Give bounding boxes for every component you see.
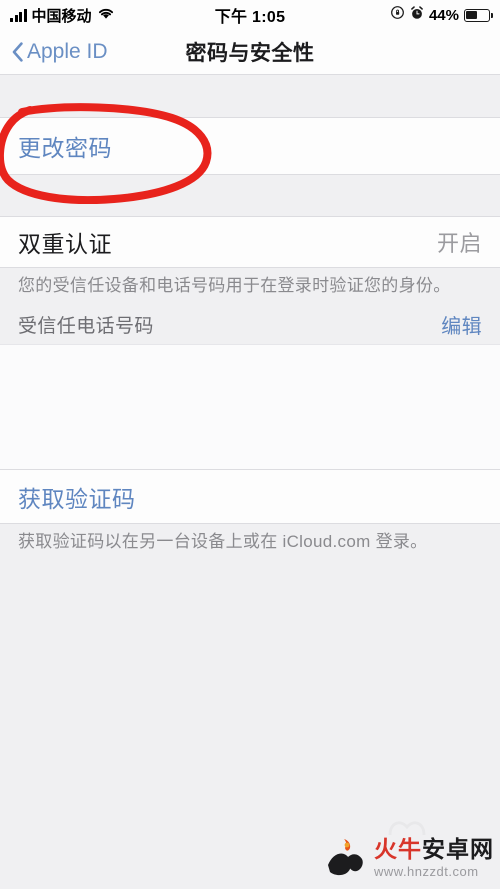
status-bar-right: 44% — [390, 5, 493, 25]
trusted-numbers-list — [0, 344, 500, 470]
two-factor-auth-value: 开启 — [436, 231, 482, 256]
rotation-lock-icon — [390, 5, 405, 25]
signal-strength-icon — [10, 8, 27, 22]
section-gap-top — [0, 76, 500, 118]
battery-icon — [464, 8, 493, 22]
page-title: 密码与安全性 — [185, 42, 315, 65]
verification-code-footer: 获取验证码以在另一台设备上或在 iCloud.com 登录。 — [18, 532, 428, 551]
watermark-title: 火牛安卓网 — [374, 838, 494, 861]
get-verification-code-row[interactable]: 获取验证码 — [0, 470, 500, 524]
get-verification-code-label: 获取验证码 — [18, 485, 136, 512]
alarm-clock-icon — [410, 5, 424, 25]
edit-trusted-numbers-button[interactable]: 编辑 — [441, 310, 482, 339]
two-factor-auth-label: 双重认证 — [18, 231, 112, 257]
watermark-title-red: 火牛 — [374, 836, 422, 862]
trusted-phone-number-label: 受信任电话号码 — [18, 315, 154, 337]
watermark-title-black: 安卓网 — [422, 836, 494, 862]
change-password-row[interactable]: 更改密码 — [0, 118, 500, 175]
two-factor-auth-footer: 您的受信任设备和电话号码用于在登录时验证您的身份。 — [18, 276, 451, 295]
two-factor-auth-row[interactable]: 双重认证 开启 — [0, 217, 500, 268]
iphone-settings-screen: 中国移动 下午 1:05 44% Apple ID 密码与安全性 更改密码 双重… — [0, 0, 500, 889]
carrier-label: 中国移动 — [31, 7, 92, 25]
bull-torch-logo-icon — [322, 835, 368, 881]
trusted-phone-number-header: 受信任电话号码 编辑 — [0, 305, 500, 343]
status-bar-left: 中国移动 — [10, 5, 115, 26]
watermark-text: 火牛安卓网 www.hnzzdt.com — [374, 838, 494, 879]
watermark: 火牛安卓网 www.hnzzdt.com — [322, 835, 494, 881]
battery-percent-label: 44% — [428, 6, 459, 24]
change-password-label: 更改密码 — [18, 135, 112, 161]
navigation-bar: Apple ID 密码与安全性 — [0, 30, 500, 75]
watermark-url: www.hnzzdt.com — [374, 864, 479, 879]
wifi-icon — [97, 6, 115, 25]
section-gap-middle — [0, 176, 500, 217]
status-bar: 中国移动 下午 1:05 44% — [0, 0, 500, 30]
